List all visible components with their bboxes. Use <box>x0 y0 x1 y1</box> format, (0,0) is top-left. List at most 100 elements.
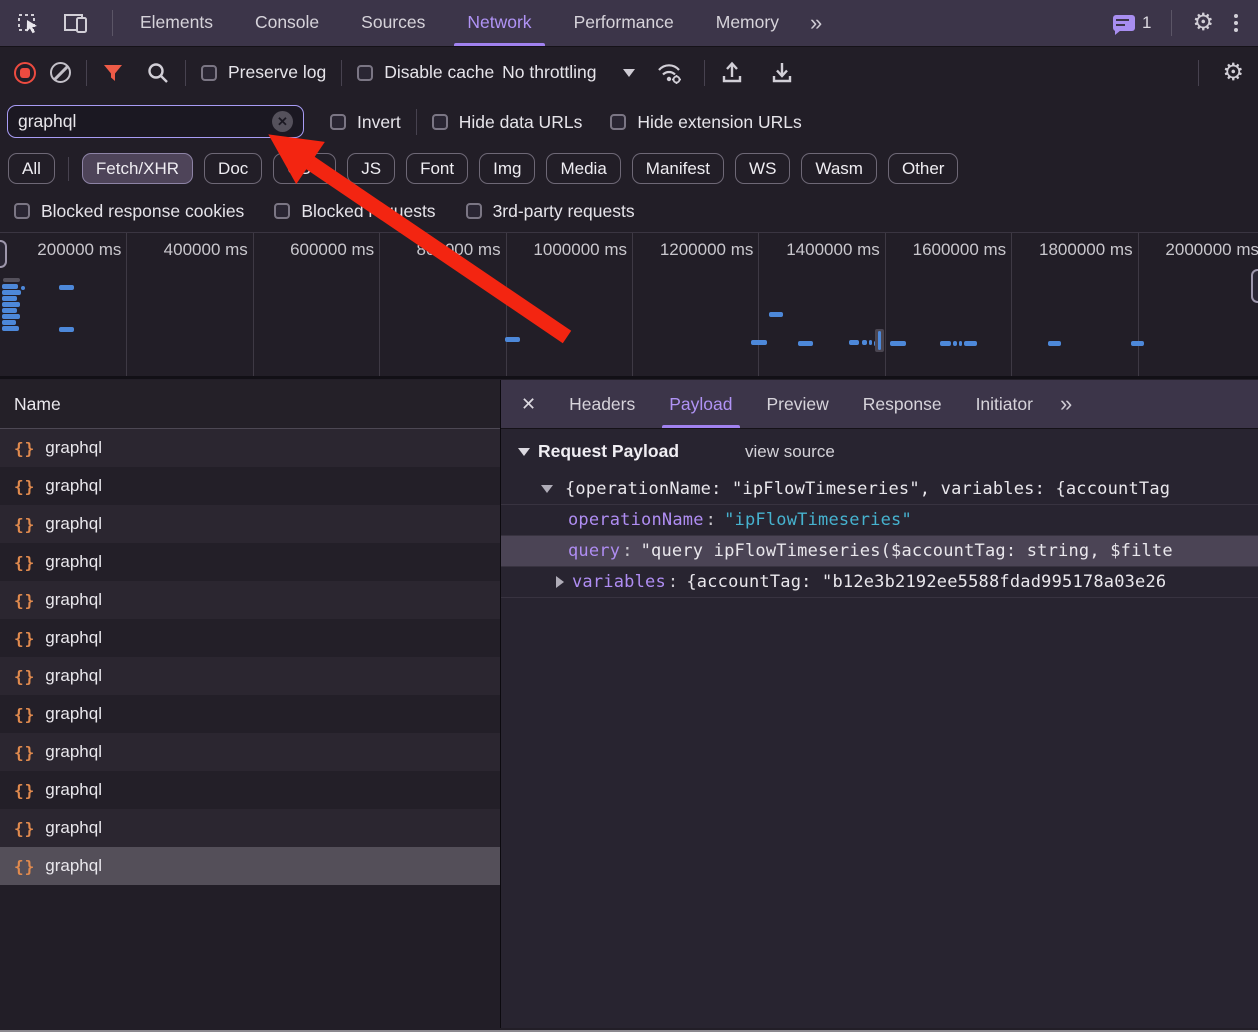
json-braces-icon: {} <box>14 629 35 648</box>
disable-cache-checkbox[interactable] <box>357 65 373 81</box>
collapse-triangle-icon[interactable] <box>518 448 530 456</box>
view-source-link[interactable]: view source <box>745 442 835 462</box>
chip-wasm[interactable]: Wasm <box>801 153 877 184</box>
payload-root-preview: {operationName: "ipFlowTimeseries", vari… <box>565 479 1170 499</box>
settings-gear-icon[interactable]: ⚙ <box>1192 11 1214 35</box>
request-row[interactable]: {}graphql <box>0 467 500 505</box>
preserve-log-option: Preserve log <box>201 62 326 83</box>
payload-row-operationname[interactable]: operationName:"ipFlowTimeseries" <box>501 505 1258 536</box>
timeline-bar <box>21 286 25 290</box>
divider <box>1198 60 1199 86</box>
collapse-triangle-icon[interactable] <box>541 485 553 493</box>
payload-row-query[interactable]: query:"query ipFlowTimeseries($accountTa… <box>501 536 1258 567</box>
overview-right-handle[interactable] <box>1251 269 1258 303</box>
chip-img[interactable]: Img <box>479 153 535 184</box>
device-toolbar-icon[interactable] <box>62 10 90 36</box>
request-name: graphql <box>45 514 102 534</box>
import-har-icon[interactable] <box>720 60 744 86</box>
record-button[interactable] <box>14 62 36 84</box>
timeline-bar <box>964 341 977 346</box>
request-row[interactable]: {}graphql <box>0 543 500 581</box>
filter-funnel-icon[interactable] <box>102 62 124 84</box>
3rd-party-requests-checkbox[interactable] <box>466 203 482 219</box>
timeline-bar <box>751 340 767 345</box>
detail-tab-response[interactable]: Response <box>846 380 959 428</box>
request-name: graphql <box>45 628 102 648</box>
request-row[interactable]: {}graphql <box>0 771 500 809</box>
tab-elements[interactable]: Elements <box>119 0 234 46</box>
expand-triangle-icon[interactable] <box>556 576 564 588</box>
more-panels-icon[interactable]: » <box>800 10 832 36</box>
chip-css[interactable]: CSS <box>273 153 336 184</box>
hide-extension-urls-checkbox[interactable] <box>610 114 626 130</box>
json-braces-icon: {} <box>14 439 35 458</box>
inspect-element-icon[interactable] <box>16 10 42 36</box>
invert-option: Invert <box>330 112 401 133</box>
tab-network[interactable]: Network <box>446 0 552 46</box>
export-har-icon[interactable] <box>770 60 794 86</box>
detail-tab-payload[interactable]: Payload <box>652 380 749 428</box>
request-row[interactable]: {}graphql <box>0 809 500 847</box>
payload-root-row[interactable]: {operationName: "ipFlowTimeseries", vari… <box>501 474 1258 505</box>
filter-input[interactable] <box>18 111 272 132</box>
timeline-bar <box>878 331 881 350</box>
network-conditions-icon[interactable] <box>655 60 685 86</box>
network-overview-timeline[interactable]: 200000 ms400000 ms600000 ms800000 ms1000… <box>0 232 1258 379</box>
chip-all[interactable]: All <box>8 153 55 184</box>
invert-checkbox[interactable] <box>330 114 346 130</box>
json-braces-icon: {} <box>14 781 35 800</box>
chip-media[interactable]: Media <box>546 153 620 184</box>
chip-ws[interactable]: WS <box>735 153 790 184</box>
detail-tab-initiator[interactable]: Initiator <box>959 380 1050 428</box>
json-braces-icon: {} <box>14 743 35 762</box>
json-braces-icon: {} <box>14 857 35 876</box>
clear-button[interactable] <box>50 62 71 83</box>
request-row[interactable]: {}graphql <box>0 847 500 885</box>
search-icon[interactable] <box>146 61 170 85</box>
chip-js[interactable]: JS <box>347 153 395 184</box>
tab-console[interactable]: Console <box>234 0 340 46</box>
json-braces-icon: {} <box>14 515 35 534</box>
timeline-bar <box>953 341 957 346</box>
blocked-requests-checkbox[interactable] <box>274 203 290 219</box>
network-settings-gear-icon[interactable]: ⚙ <box>1222 61 1244 85</box>
timeline-bar <box>2 302 20 307</box>
request-row[interactable]: {}graphql <box>0 429 500 467</box>
request-detail-panel: ✕ HeadersPayloadPreviewResponseInitiator… <box>501 380 1258 1028</box>
chip-doc[interactable]: Doc <box>204 153 262 184</box>
detail-more-tabs-icon[interactable]: » <box>1050 391 1082 417</box>
chip-fetch-xhr[interactable]: Fetch/XHR <box>82 153 193 184</box>
close-detail-icon[interactable]: ✕ <box>501 394 552 415</box>
chip-font[interactable]: Font <box>406 153 468 184</box>
request-row[interactable]: {}graphql <box>0 695 500 733</box>
request-row[interactable]: {} graphql <box>0 505 500 543</box>
request-row[interactable]: {}graphql <box>0 657 500 695</box>
chip-manifest[interactable]: Manifest <box>632 153 724 184</box>
throttling-select[interactable]: No throttling <box>502 62 634 83</box>
filter-input-box: ✕ <box>7 105 304 138</box>
hide-data-urls-checkbox[interactable] <box>432 114 448 130</box>
request-row[interactable]: {}graphql <box>0 581 500 619</box>
detail-tab-preview[interactable]: Preview <box>750 380 846 428</box>
issues-button[interactable]: 1 <box>1113 13 1151 33</box>
clear-filter-icon[interactable]: ✕ <box>272 111 293 132</box>
tab-performance[interactable]: Performance <box>553 0 695 46</box>
detail-tab-headers[interactable]: Headers <box>552 380 652 428</box>
tab-memory[interactable]: Memory <box>695 0 800 46</box>
chip-other[interactable]: Other <box>888 153 959 184</box>
preserve-log-checkbox[interactable] <box>201 65 217 81</box>
request-row[interactable]: {}graphql <box>0 733 500 771</box>
timeline-bar <box>2 308 17 313</box>
blocked-response-cookies-checkbox[interactable] <box>14 203 30 219</box>
payload-row-variables[interactable]: variables:{accountTag: "b12e3b2192ee5588… <box>501 567 1258 598</box>
timeline-bar <box>2 296 17 301</box>
request-row[interactable]: {} graphql <box>0 619 500 657</box>
name-column-header[interactable]: Name <box>0 380 500 429</box>
payload-colon: : <box>706 510 716 530</box>
divider <box>1171 10 1172 36</box>
blocked-requests-option: Blocked requests <box>274 201 435 222</box>
request-name: graphql <box>45 818 102 838</box>
kebab-menu-icon[interactable] <box>1228 14 1244 32</box>
tab-sources[interactable]: Sources <box>340 0 446 46</box>
json-braces-icon: {} <box>14 477 35 496</box>
